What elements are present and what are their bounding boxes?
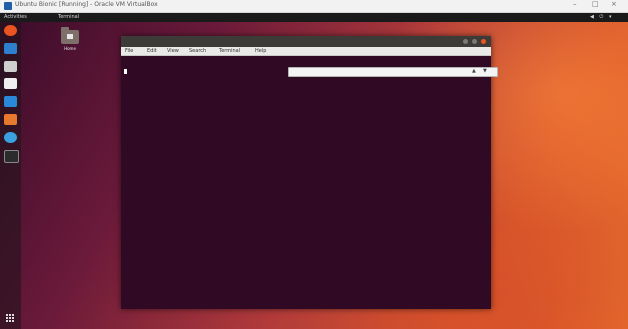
dock xyxy=(0,22,21,329)
status-menu[interactable]: ◀ ⏻ ▾ xyxy=(590,14,614,20)
terminal-menubar: File Edit View Search Terminal Help xyxy=(121,47,491,56)
files-icon[interactable] xyxy=(4,61,17,72)
host-window-titlebar: Ubuntu Bionic [Running] - Oracle VM Virt… xyxy=(0,0,628,13)
ubuntu-software-icon[interactable] xyxy=(4,25,17,36)
writer-icon[interactable] xyxy=(4,96,17,107)
app-menu[interactable]: Terminal xyxy=(58,14,79,20)
thunderbird-icon[interactable] xyxy=(4,43,17,54)
terminal-titlebar[interactable] xyxy=(121,36,491,47)
terminal-search-bar: ▲ ▼ xyxy=(288,67,498,77)
menu-file[interactable]: File xyxy=(125,48,133,54)
minimize-button[interactable]: – xyxy=(573,0,577,8)
top-panel: Activities Terminal ◀ ⏻ ▾ xyxy=(0,13,628,22)
terminal-close-button[interactable] xyxy=(481,39,486,44)
menu-help[interactable]: Help xyxy=(255,48,266,54)
menu-search[interactable]: Search xyxy=(189,48,206,54)
activities-button[interactable]: Activities xyxy=(4,14,27,20)
menu-edit[interactable]: Edit xyxy=(147,48,157,54)
rhythmbox-icon[interactable] xyxy=(4,78,17,89)
show-applications-icon[interactable] xyxy=(6,314,15,323)
maximize-button[interactable]: □ xyxy=(592,0,599,8)
terminal-minimize-button[interactable] xyxy=(463,39,468,44)
search-next-icon[interactable]: ▼ xyxy=(483,68,487,74)
virtualbox-icon xyxy=(4,2,12,10)
help-icon[interactable] xyxy=(4,132,17,143)
menu-terminal[interactable]: Terminal xyxy=(219,48,240,54)
search-previous-icon[interactable]: ▲ xyxy=(472,68,476,74)
terminal-cursor xyxy=(124,69,127,74)
close-button[interactable]: × xyxy=(611,0,617,8)
terminal-maximize-button[interactable] xyxy=(472,39,477,44)
home-folder-icon[interactable] xyxy=(61,27,79,44)
menu-view[interactable]: View xyxy=(167,48,179,54)
terminal-dock-icon[interactable] xyxy=(4,150,19,163)
host-window-title: Ubuntu Bionic [Running] - Oracle VM Virt… xyxy=(15,1,158,8)
software-center-icon[interactable] xyxy=(4,114,17,125)
home-folder-label: Home xyxy=(64,46,76,51)
terminal-search-input[interactable] xyxy=(291,69,441,75)
